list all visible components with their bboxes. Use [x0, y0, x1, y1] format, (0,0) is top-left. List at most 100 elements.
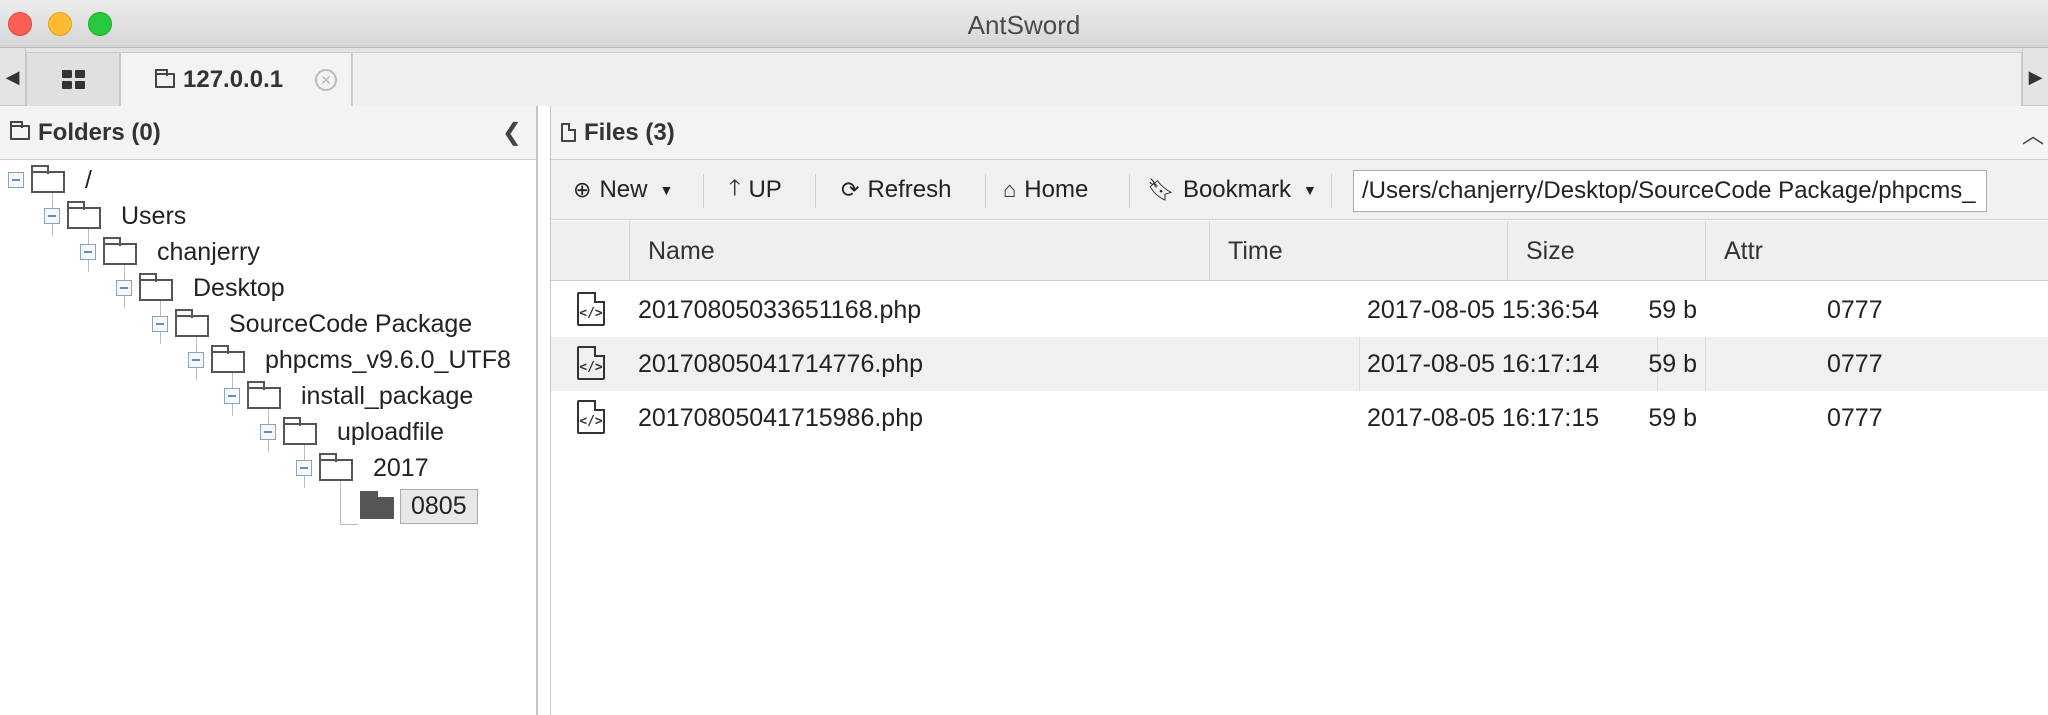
path-input[interactable]: [1353, 170, 1987, 212]
files-panel-title: Files (3): [584, 118, 675, 146]
collapse-icon[interactable]: [44, 208, 60, 224]
up-button[interactable]: 🡑 UP: [729, 160, 782, 220]
tree-node-label: uploadfile: [337, 417, 445, 446]
tree-node[interactable]: 2017: [296, 448, 429, 488]
tab-home[interactable]: [26, 52, 120, 106]
files-panel-header: Files (3) ︿: [551, 106, 2048, 160]
file-row[interactable]: </> 20170805041714776.php 2017-08-05 16:…: [551, 337, 2048, 391]
files-toolbar: ⊕ New ▼ 🡑 UP ⟳ Refresh ⌂ Home 🔖︎ Bookmar…: [551, 160, 2048, 220]
file-size: 59 b: [1648, 295, 1697, 324]
caret-down-icon: ▼: [659, 182, 674, 198]
file-name: 20170805033651168.php: [638, 295, 922, 324]
bookmark-icon: 🔖︎: [1147, 177, 1175, 202]
collapse-icon[interactable]: [188, 352, 204, 368]
folder-icon: [247, 381, 281, 409]
tree-node-selected[interactable]: 0805: [360, 486, 478, 526]
title-bar: AntSword: [0, 0, 2048, 48]
home-button[interactable]: ⌂ Home: [1003, 160, 1088, 220]
refresh-button[interactable]: ⟳ Refresh: [841, 160, 951, 220]
tree-node[interactable]: uploadfile: [260, 412, 444, 452]
tree-node-label: 2017: [373, 453, 429, 482]
file-row[interactable]: </> 20170805033651168.php 2017-08-05 15:…: [551, 283, 2048, 337]
files-panel: Files (3) ︿ ⊕ New ▼ 🡑 UP ⟳ Refresh ⌂ Hom…: [550, 106, 2048, 715]
tab-host-label: 127.0.0.1: [183, 66, 284, 93]
folder-tree: / Users chanjerry Desktop SourceCode Pac…: [0, 160, 536, 715]
folders-panel-title: Folders (0): [38, 118, 161, 146]
file-size: 59 b: [1648, 349, 1697, 378]
up-button-label: UP: [748, 176, 782, 203]
column-header-name[interactable]: Name: [629, 221, 1209, 281]
folder-icon: [139, 273, 173, 301]
home-icon: ⌂: [1003, 177, 1017, 202]
folders-panel-header: Folders (0) ❮: [0, 106, 536, 160]
folder-open-icon: [360, 491, 394, 519]
file-attr: 0777: [1827, 403, 1883, 432]
collapse-icon[interactable]: [116, 280, 132, 296]
tree-node-label: chanjerry: [157, 237, 260, 266]
file-row[interactable]: </> 20170805041715986.php 2017-08-05 16:…: [551, 391, 2048, 445]
collapse-icon[interactable]: [8, 172, 24, 188]
tree-node-label: 0805: [400, 488, 478, 524]
refresh-button-label: Refresh: [867, 176, 952, 203]
close-circle-icon[interactable]: ✕: [315, 69, 337, 91]
php-file-icon: </>: [577, 292, 605, 326]
folder-icon: [283, 417, 317, 445]
chevron-left-icon[interactable]: ❮: [502, 118, 522, 147]
folder-icon: [67, 201, 101, 229]
tab-host[interactable]: 127.0.0.1 ✕: [120, 52, 352, 107]
column-header-time-label: Time: [1228, 236, 1283, 265]
chevron-up-icon[interactable]: ︿: [2022, 118, 2044, 150]
column-header-size[interactable]: Size: [1507, 221, 1705, 281]
file-attr: 0777: [1827, 295, 1883, 324]
file-grid-header: Name Time Size Attr: [551, 221, 2048, 281]
folders-panel: Folders (0) ❮ / Users chanjerry Desktop …: [0, 106, 538, 715]
collapse-icon[interactable]: [224, 388, 240, 404]
tree-node[interactable]: phpcms_v9.6.0_UTF8: [188, 340, 511, 380]
tab-scroll-left-button[interactable]: ◀: [0, 48, 26, 106]
tree-node-label: SourceCode Package: [229, 309, 473, 338]
column-header-size-label: Size: [1526, 236, 1575, 265]
collapse-icon[interactable]: [260, 424, 276, 440]
folder-icon: [155, 68, 175, 88]
tree-node-label: /: [85, 165, 92, 194]
tree-node[interactable]: chanjerry: [80, 232, 260, 272]
file-icon: [561, 123, 576, 142]
tree-node[interactable]: Desktop: [116, 268, 285, 308]
folder-icon: [31, 165, 65, 193]
folder-icon: [10, 121, 30, 140]
folder-icon: [175, 309, 209, 337]
php-file-icon: </>: [577, 400, 605, 434]
tree-node-label: Desktop: [193, 273, 285, 302]
column-header-time[interactable]: Time: [1209, 221, 1507, 281]
bookmark-button[interactable]: 🔖︎ Bookmark ▼: [1147, 160, 1317, 220]
tab-scroll-right-button[interactable]: ▶: [2022, 48, 2048, 106]
tab-strip: [352, 52, 2022, 106]
tree-node[interactable]: Users: [44, 196, 186, 236]
new-button-label: New: [599, 176, 648, 203]
collapse-icon[interactable]: [80, 244, 96, 260]
folder-icon: [319, 453, 353, 481]
tree-node-label: install_package: [301, 381, 474, 410]
tree-node[interactable]: /: [8, 160, 92, 200]
column-header-attr[interactable]: Attr: [1705, 221, 2048, 281]
file-size: 59 b: [1648, 403, 1697, 432]
collapse-icon[interactable]: [152, 316, 168, 332]
new-button[interactable]: ⊕ New ▼: [573, 160, 673, 220]
file-name: 20170805041715986.php: [638, 403, 924, 432]
folder-icon: [211, 345, 245, 373]
collapse-icon[interactable]: [296, 460, 312, 476]
home-button-label: Home: [1024, 176, 1089, 203]
caret-down-icon: ▼: [1302, 182, 1317, 198]
tab-bar: ◀ 127.0.0.1 ✕ ▶: [0, 48, 2048, 107]
tree-node[interactable]: install_package: [224, 376, 473, 416]
window-title: AntSword: [967, 10, 1081, 40]
bookmark-button-label: Bookmark: [1182, 176, 1291, 203]
refresh-icon: ⟳: [841, 177, 860, 202]
file-attr: 0777: [1827, 349, 1883, 378]
tree-node-label: phpcms_v9.6.0_UTF8: [265, 345, 511, 374]
grid-icon: [61, 70, 85, 89]
tree-node-label: Users: [121, 201, 187, 230]
folder-icon: [103, 237, 137, 265]
tree-node[interactable]: SourceCode Package: [152, 304, 472, 344]
file-name: 20170805041714776.php: [638, 349, 924, 378]
